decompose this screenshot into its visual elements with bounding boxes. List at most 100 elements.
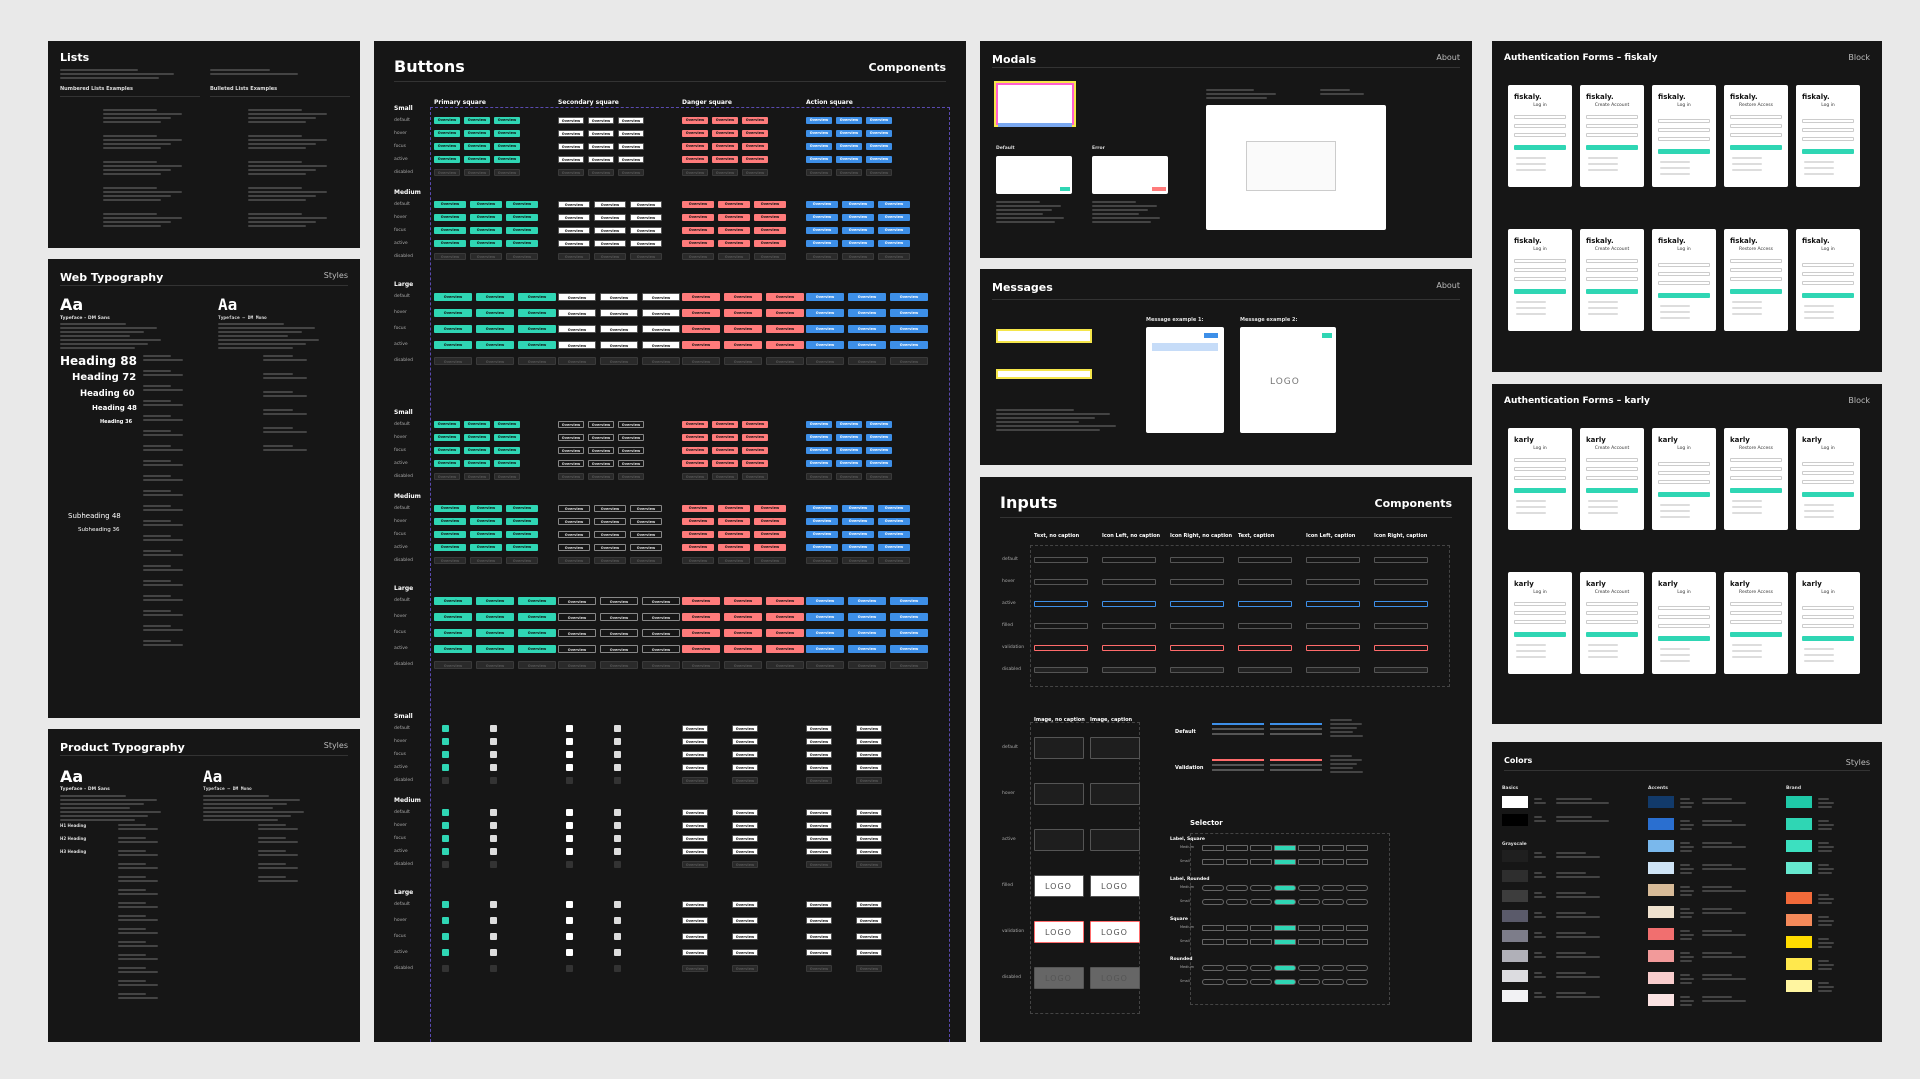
auth-submit[interactable] xyxy=(1658,149,1710,154)
selector-option[interactable] xyxy=(1322,979,1344,985)
overview-button[interactable]: Overview xyxy=(682,933,708,940)
text-input[interactable] xyxy=(1374,557,1428,563)
overview-button[interactable]: Overview xyxy=(464,460,490,467)
auth-field[interactable] xyxy=(1658,119,1710,123)
overview-button[interactable]: Overview xyxy=(682,725,708,732)
overview-button[interactable]: Overview xyxy=(600,645,638,653)
overview-button[interactable]: Overview xyxy=(682,214,714,221)
overview-button[interactable]: Overview xyxy=(464,143,490,150)
auth-field[interactable] xyxy=(1730,602,1782,606)
overview-button[interactable]: Overview xyxy=(724,309,762,317)
image-upload[interactable] xyxy=(1034,829,1084,851)
overview-button[interactable]: Overview xyxy=(742,421,768,428)
icon-button[interactable] xyxy=(566,738,573,745)
overview-button[interactable]: Overview xyxy=(856,901,882,908)
selector-option[interactable] xyxy=(1346,845,1368,851)
overview-button[interactable]: Overview xyxy=(434,341,472,349)
overview-button[interactable]: Overview xyxy=(718,201,750,208)
overview-button[interactable]: Overview xyxy=(732,822,758,829)
overview-button[interactable]: Overview xyxy=(642,645,680,653)
auth-field[interactable] xyxy=(1802,624,1854,628)
overview-button[interactable]: Overview xyxy=(856,848,882,855)
overview-button[interactable]: Overview xyxy=(732,764,758,771)
icon-button[interactable] xyxy=(614,949,621,956)
selector-option[interactable] xyxy=(1298,899,1320,905)
overview-button[interactable]: Overview xyxy=(588,447,614,454)
overview-button[interactable]: Overview xyxy=(806,130,832,137)
overview-button[interactable]: Overview xyxy=(806,629,844,637)
overview-button[interactable]: Overview xyxy=(878,544,910,551)
auth-field[interactable] xyxy=(1802,263,1854,267)
overview-button[interactable]: Overview xyxy=(588,421,614,428)
overview-button[interactable]: Overview xyxy=(682,917,708,924)
overview-button[interactable]: Overview xyxy=(806,764,832,771)
overview-button[interactable]: Overview xyxy=(600,325,638,333)
auth-field[interactable] xyxy=(1658,137,1710,141)
selector-option[interactable] xyxy=(1298,925,1320,931)
overview-button[interactable]: Overview xyxy=(594,544,626,551)
text-input[interactable] xyxy=(1034,557,1088,563)
selector-option[interactable] xyxy=(1250,845,1272,851)
overview-button[interactable]: Overview xyxy=(806,809,832,816)
selector-option[interactable] xyxy=(1298,885,1320,891)
overview-button[interactable]: Overview xyxy=(464,117,490,124)
overview-button[interactable]: Overview xyxy=(618,143,644,150)
selector-option[interactable] xyxy=(1346,939,1368,945)
overview-button[interactable]: Overview xyxy=(470,214,502,221)
overview-button[interactable]: Overview xyxy=(434,460,460,467)
text-input[interactable] xyxy=(1102,557,1156,563)
overview-button[interactable]: Overview xyxy=(434,645,472,653)
overview-button[interactable]: Overview xyxy=(494,143,520,150)
auth-field[interactable] xyxy=(1658,624,1710,628)
overview-button[interactable]: Overview xyxy=(558,421,584,428)
auth-field[interactable] xyxy=(1586,611,1638,615)
overview-button[interactable]: Overview xyxy=(682,325,720,333)
auth-submit[interactable] xyxy=(1514,632,1566,637)
overview-button[interactable]: Overview xyxy=(682,901,708,908)
overview-button[interactable]: Overview xyxy=(836,434,862,441)
overview-button[interactable]: Overview xyxy=(856,809,882,816)
overview-button[interactable]: Overview xyxy=(630,201,662,208)
selector-option[interactable] xyxy=(1322,859,1344,865)
overview-button[interactable]: Overview xyxy=(878,531,910,538)
overview-button[interactable]: Overview xyxy=(682,518,714,525)
overview-button[interactable]: Overview xyxy=(494,460,520,467)
auth-field[interactable] xyxy=(1586,458,1638,462)
overview-button[interactable]: Overview xyxy=(848,645,886,653)
selector-option[interactable] xyxy=(1226,925,1248,931)
overview-button[interactable]: Overview xyxy=(558,613,596,621)
selector-option[interactable] xyxy=(1322,965,1344,971)
auth-submit[interactable] xyxy=(1514,145,1566,150)
text-input[interactable] xyxy=(1306,601,1360,607)
overview-button[interactable]: Overview xyxy=(806,460,832,467)
icon-button[interactable] xyxy=(442,901,449,908)
overview-button[interactable]: Overview xyxy=(836,460,862,467)
overview-button[interactable]: Overview xyxy=(506,518,538,525)
overview-button[interactable]: Overview xyxy=(724,629,762,637)
overview-button[interactable]: Overview xyxy=(464,421,490,428)
icon-button[interactable] xyxy=(614,809,621,816)
overview-button[interactable]: Overview xyxy=(732,901,758,908)
text-input[interactable] xyxy=(1238,645,1292,651)
overview-button[interactable]: Overview xyxy=(434,309,472,317)
icon-button[interactable] xyxy=(566,949,573,956)
auth-field[interactable] xyxy=(1730,133,1782,137)
selector-option[interactable] xyxy=(1274,979,1296,985)
auth-field[interactable] xyxy=(1658,128,1710,132)
overview-button[interactable]: Overview xyxy=(742,447,768,454)
selector-option[interactable] xyxy=(1202,899,1224,905)
overview-button[interactable]: Overview xyxy=(558,447,584,454)
image-upload[interactable]: LOGO xyxy=(1090,875,1140,897)
selector-option[interactable] xyxy=(1202,845,1224,851)
overview-button[interactable]: Overview xyxy=(630,518,662,525)
selector-option[interactable] xyxy=(1274,859,1296,865)
overview-button[interactable]: Overview xyxy=(890,597,928,605)
overview-button[interactable]: Overview xyxy=(806,505,838,512)
icon-button[interactable] xyxy=(442,822,449,829)
auth-field[interactable] xyxy=(1730,115,1782,119)
icon-button[interactable] xyxy=(442,725,449,732)
overview-button[interactable]: Overview xyxy=(754,531,786,538)
overview-button[interactable]: Overview xyxy=(724,597,762,605)
auth-field[interactable] xyxy=(1730,124,1782,128)
overview-button[interactable]: Overview xyxy=(890,293,928,301)
